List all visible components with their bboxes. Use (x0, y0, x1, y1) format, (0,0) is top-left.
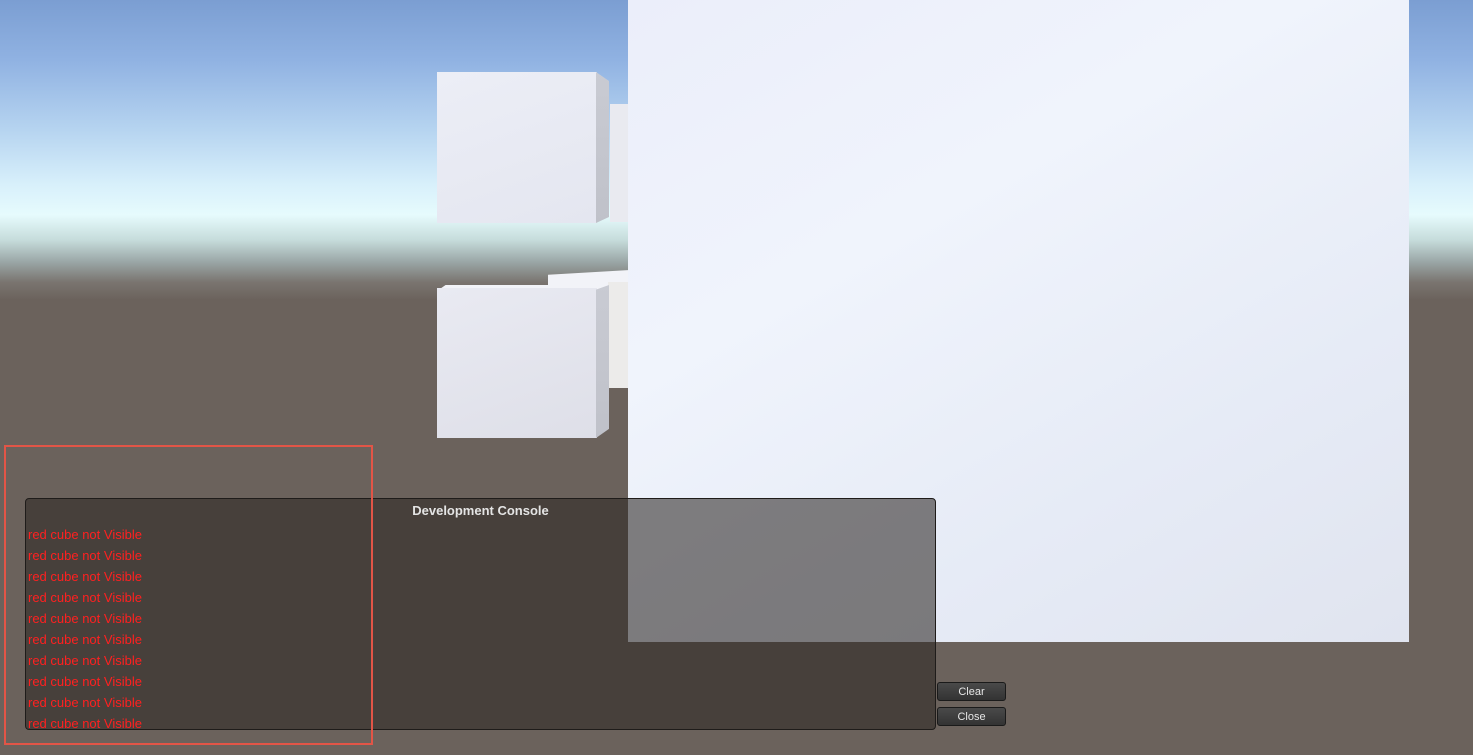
game-viewport: Development Console red cube not Visible… (0, 0, 1473, 755)
console-title: Development Console (412, 503, 549, 518)
log-entry: red cube not Visible (28, 632, 142, 647)
clear-button[interactable]: Clear (937, 682, 1006, 701)
log-entry: red cube not Visible (28, 590, 142, 605)
log-entry: red cube not Visible (28, 569, 142, 584)
upper-cube (437, 72, 612, 224)
log-entry: red cube not Visible (28, 716, 142, 731)
console-log[interactable]: red cube not Visible red cube not Visibl… (28, 524, 142, 734)
lower-cube (437, 285, 612, 440)
log-entry: red cube not Visible (28, 527, 142, 542)
close-button[interactable]: Close (937, 707, 1006, 726)
log-entry: red cube not Visible (28, 674, 142, 689)
log-entry: red cube not Visible (28, 695, 142, 710)
log-entry: red cube not Visible (28, 653, 142, 668)
log-entry: red cube not Visible (28, 548, 142, 563)
development-console: Development Console red cube not Visible… (25, 498, 936, 731)
back-cube (610, 104, 630, 222)
log-entry: red cube not Visible (28, 611, 142, 626)
